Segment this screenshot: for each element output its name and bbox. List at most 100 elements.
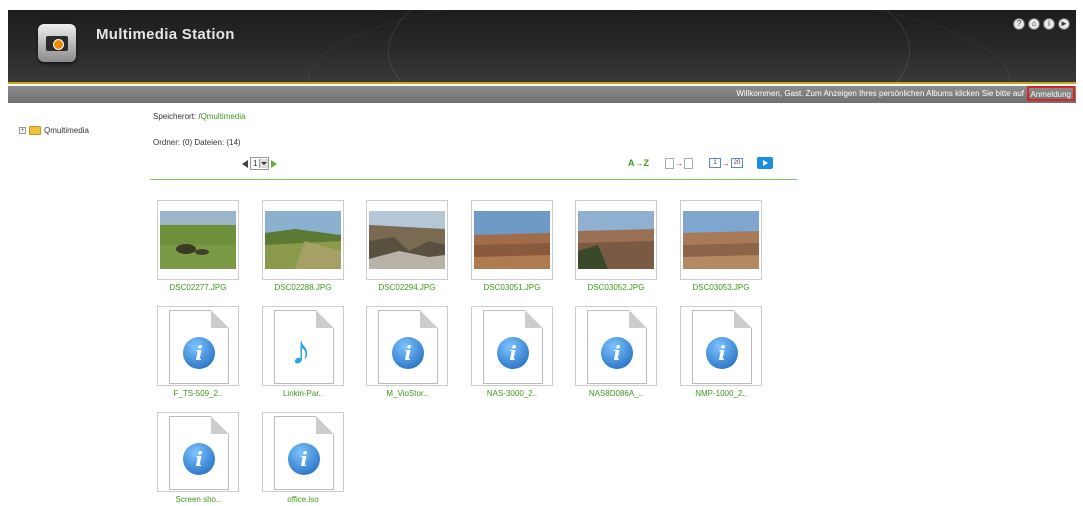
- file-item[interactable]: DSC02288.JPG: [262, 200, 344, 294]
- previous-page-icon[interactable]: [242, 159, 248, 168]
- slideshow-button[interactable]: [757, 157, 773, 169]
- header-divider: [8, 82, 1076, 84]
- file-item[interactable]: ♪ Linkin-Par..: [262, 306, 344, 400]
- photo-thumbnail: [683, 211, 759, 269]
- file-item[interactable]: i M_VioStor..: [366, 306, 448, 400]
- file-thumbnail[interactable]: i: [471, 306, 553, 386]
- sort-name-button[interactable]: A→Z: [628, 158, 649, 168]
- welcome-bar: Willkommen, Gast. Zum Anzeigen Ihres per…: [8, 86, 1076, 103]
- home-icon[interactable]: ⌂: [1028, 18, 1040, 30]
- content-divider: [150, 179, 797, 180]
- sort-size-button[interactable]: →: [665, 157, 693, 169]
- document-icon: i: [274, 416, 334, 490]
- document-icon: i: [692, 310, 752, 384]
- file-item[interactable]: DSC03053.JPG: [680, 200, 762, 294]
- pager: 1: [242, 157, 278, 170]
- file-thumbnail[interactable]: i: [157, 412, 239, 492]
- folder-tree: + Qmultimedia: [19, 126, 89, 135]
- help-icon[interactable]: ?: [1013, 18, 1025, 30]
- file-item[interactable]: i office.iso: [262, 412, 344, 506]
- page-select[interactable]: 1: [250, 157, 270, 170]
- file-thumbnail[interactable]: ♪: [262, 306, 344, 386]
- breadcrumb: Speicherort: /Qmultimedia: [153, 112, 245, 121]
- file-name-link[interactable]: DSC02288.JPG: [262, 283, 344, 292]
- file-name-link[interactable]: office.iso: [262, 495, 344, 504]
- photo-thumbnail: [160, 211, 236, 269]
- breadcrumb-prefix: Speicherort: /: [153, 112, 201, 121]
- file-thumbnail[interactable]: [471, 200, 553, 280]
- photo-thumbnail: [578, 211, 654, 269]
- file-item[interactable]: i NMP-1000_2..: [680, 306, 762, 400]
- info-icon: i: [288, 443, 320, 475]
- music-note-icon: ♪: [291, 329, 311, 373]
- file-item[interactable]: DSC02294.JPG: [366, 200, 448, 294]
- app-header: Multimedia Station ? ⌂ i ►: [8, 10, 1076, 84]
- file-thumbnail[interactable]: i: [157, 306, 239, 386]
- page-select-value: 1: [253, 159, 258, 168]
- file-name-link[interactable]: Linkin-Par..: [262, 389, 344, 398]
- next-page-icon[interactable]: [271, 159, 278, 168]
- file-thumbnail[interactable]: i: [575, 306, 657, 386]
- file-thumbnail[interactable]: i: [680, 306, 762, 386]
- chevron-down-icon[interactable]: [259, 159, 269, 168]
- file-name-link[interactable]: DSC02277.JPG: [157, 283, 239, 292]
- file-thumbnail[interactable]: [680, 200, 762, 280]
- file-name-link[interactable]: DSC03052.JPG: [575, 283, 657, 292]
- logout-icon[interactable]: ►: [1058, 18, 1070, 30]
- file-counts: Ordner: (0) Dateien: (14): [153, 138, 241, 147]
- camera-icon: [38, 24, 76, 62]
- photo-thumbnail: [369, 211, 445, 269]
- sort-date-button[interactable]: 1 → 20: [709, 158, 743, 168]
- calendar-icon: 20: [731, 158, 743, 168]
- file-name-link[interactable]: DSC03051.JPG: [471, 283, 553, 292]
- file-item[interactable]: DSC03051.JPG: [471, 200, 553, 294]
- document-icon: i: [587, 310, 647, 384]
- file-name-link[interactable]: F_TS-509_2..: [157, 389, 239, 398]
- breadcrumb-folder-link[interactable]: Qmultimedia: [201, 112, 246, 121]
- document-icon: i: [378, 310, 438, 384]
- welcome-text: Willkommen, Gast. Zum Anzeigen Ihres per…: [736, 89, 1024, 98]
- page-icon: [665, 157, 674, 169]
- arrow-icon: →: [675, 158, 683, 168]
- document-icon: i: [483, 310, 543, 384]
- file-item[interactable]: i NAS-3000_2..: [471, 306, 553, 400]
- file-thumbnail[interactable]: i: [366, 306, 448, 386]
- file-thumbnail[interactable]: [262, 200, 344, 280]
- calendar-icon: 1: [709, 158, 721, 168]
- file-name-link[interactable]: Screen sho..: [157, 495, 239, 504]
- expand-icon[interactable]: +: [19, 127, 26, 134]
- info-icon: i: [706, 337, 738, 369]
- photo-thumbnail: [474, 211, 550, 269]
- file-name-link[interactable]: DSC02294.JPG: [366, 283, 448, 292]
- app-title: Multimedia Station: [96, 26, 235, 43]
- info-icon: i: [497, 337, 529, 369]
- login-link[interactable]: Anmeldung: [1026, 86, 1075, 101]
- document-icon: i: [169, 310, 229, 384]
- photo-thumbnail: [265, 211, 341, 269]
- file-name-link[interactable]: DSC03053.JPG: [680, 283, 762, 292]
- arrow-icon: →: [722, 158, 730, 168]
- file-item[interactable]: i NAS8D086A_..: [575, 306, 657, 400]
- file-name-link[interactable]: NMP-1000_2..: [680, 389, 762, 398]
- file-item[interactable]: DSC03052.JPG: [575, 200, 657, 294]
- info-icon: i: [183, 337, 215, 369]
- page-icon: [684, 157, 693, 169]
- info-icon: i: [183, 443, 215, 475]
- tree-item-qmultimedia[interactable]: Qmultimedia: [44, 126, 89, 135]
- file-name-link[interactable]: NAS-3000_2..: [471, 389, 553, 398]
- info-icon: i: [392, 337, 424, 369]
- file-item[interactable]: i F_TS-509_2..: [157, 306, 239, 400]
- file-thumbnail[interactable]: [157, 200, 239, 280]
- header-decoration: [308, 10, 1010, 84]
- info-icon[interactable]: i: [1043, 18, 1055, 30]
- file-name-link[interactable]: NAS8D086A_..: [575, 389, 657, 398]
- file-name-link[interactable]: M_VioStor..: [366, 389, 448, 398]
- document-icon: i: [169, 416, 229, 490]
- file-thumbnail[interactable]: [575, 200, 657, 280]
- document-icon: ♪: [274, 310, 334, 384]
- file-item[interactable]: i Screen sho..: [157, 412, 239, 506]
- file-thumbnail[interactable]: i: [262, 412, 344, 492]
- file-thumbnail[interactable]: [366, 200, 448, 280]
- file-item[interactable]: DSC02277.JPG: [157, 200, 239, 294]
- top-icon-group: ? ⌂ i ►: [1013, 18, 1070, 30]
